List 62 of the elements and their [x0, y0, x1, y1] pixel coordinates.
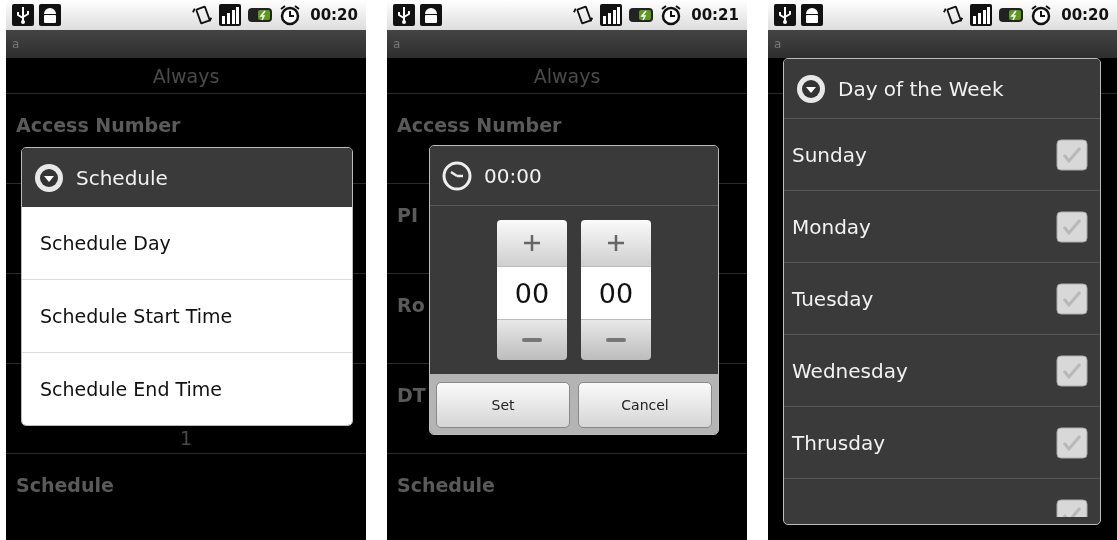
vibrate-icon: [573, 4, 596, 26]
usb-icon: [774, 4, 796, 26]
preference-title: Schedule: [397, 474, 495, 496]
decrement-button[interactable]: [581, 320, 651, 360]
preference-value: 1: [179, 426, 193, 450]
number-field[interactable]: 00: [497, 266, 567, 320]
checkbox[interactable]: [1056, 282, 1088, 315]
preference-title: PI: [397, 204, 418, 226]
alarm-clock-icon: [279, 4, 302, 26]
menu-item[interactable]: Schedule End Time: [22, 352, 352, 425]
day-option[interactable]: Sunday: [792, 142, 867, 167]
clock-time: 00:20: [1061, 6, 1109, 24]
preference-value: Always: [533, 63, 601, 88]
preference-title: Schedule: [16, 474, 114, 496]
menu-item[interactable]: Schedule Start Time: [22, 279, 352, 352]
checkbox[interactable]: [1056, 354, 1088, 387]
number-field[interactable]: 00: [581, 266, 651, 320]
dropdown-circle-icon: [34, 162, 64, 193]
alarm-clock-icon: [660, 4, 683, 26]
vibrate-icon: [943, 4, 966, 26]
day-option[interactable]: Monday: [792, 214, 871, 239]
minus-icon: [522, 337, 542, 343]
clock-time: 00:20: [310, 6, 358, 24]
checkbox[interactable]: [1056, 138, 1088, 171]
preference-title: DT: [397, 384, 426, 406]
day-option[interactable]: Thrusday: [792, 430, 885, 455]
vibrate-icon: [192, 4, 215, 26]
clock-icon: [442, 160, 472, 191]
decrement-button[interactable]: [497, 320, 567, 360]
dialog-title: 00:00: [484, 163, 542, 188]
dialog-title: Day of the Week: [838, 76, 1004, 101]
android-icon: [39, 4, 61, 26]
signal-icon: [600, 4, 623, 26]
preference-title: Access Number: [16, 114, 181, 136]
menu-item[interactable]: Schedule Day: [22, 207, 352, 279]
checkbox[interactable]: [1056, 426, 1088, 459]
dialog-title: Schedule: [76, 165, 168, 190]
preference-value: Always: [152, 63, 220, 88]
alarm-clock-icon: [1030, 4, 1053, 26]
dialog-button[interactable]: Set: [436, 382, 570, 428]
android-icon: [420, 4, 442, 26]
day-option[interactable]: Tuesday: [792, 286, 874, 311]
preference-title: Access Number: [397, 114, 562, 136]
dropdown-circle-icon: [796, 73, 826, 104]
plus-icon: [522, 233, 542, 253]
day-option[interactable]: Wednesday: [792, 358, 908, 383]
usb-icon: [12, 4, 34, 26]
clock-time: 00:21: [691, 6, 739, 24]
signal-icon: [219, 4, 242, 26]
increment-button[interactable]: [497, 220, 567, 266]
increment-button[interactable]: [581, 220, 651, 266]
plus-icon: [606, 233, 626, 253]
checkbox[interactable]: [1056, 210, 1088, 243]
signal-icon: [970, 4, 993, 26]
usb-icon: [393, 4, 415, 26]
app-title: a: [774, 37, 782, 51]
app-title: a: [12, 37, 20, 51]
app-title: a: [393, 37, 401, 51]
dialog-button[interactable]: Cancel: [578, 382, 712, 428]
android-icon: [801, 4, 823, 26]
preference-title: Ro: [397, 294, 425, 316]
minus-icon: [606, 337, 626, 343]
